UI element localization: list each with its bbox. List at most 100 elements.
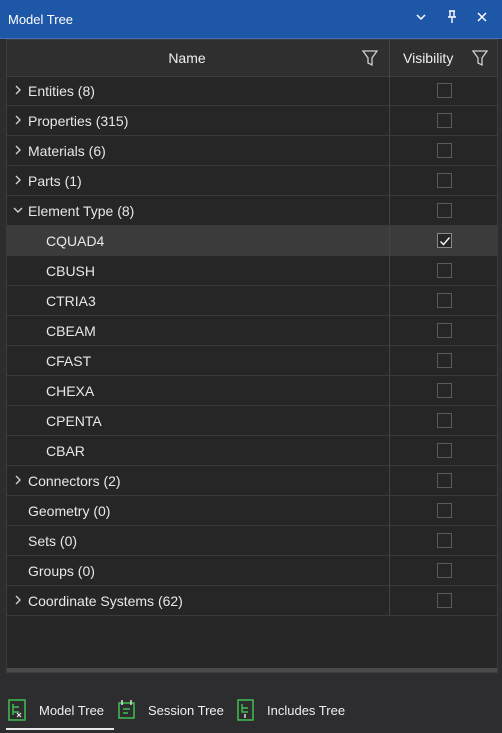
chevron-right-icon[interactable] — [13, 114, 23, 126]
visibility-checkbox[interactable] — [437, 113, 452, 128]
tree-row[interactable]: Groups (0) — [7, 556, 497, 586]
tree-row-name-cell[interactable]: Groups (0) — [7, 556, 390, 585]
tree-row[interactable]: Entities (8) — [7, 76, 497, 106]
tree-row[interactable]: CQUAD4 — [7, 226, 497, 256]
tree-row-visibility-cell — [390, 256, 497, 285]
tree-row-name-cell[interactable]: CBEAM — [7, 316, 390, 345]
tab-session-tree-label: Session Tree — [148, 703, 224, 718]
tree-row[interactable]: Element Type (8) — [7, 196, 497, 226]
tree-row-name-cell[interactable]: Entities (8) — [7, 76, 390, 105]
tab-includes-tree-label: Includes Tree — [267, 703, 346, 718]
tree-row-label: Connectors (2) — [28, 473, 121, 489]
tab-model-tree[interactable]: Model Tree — [6, 697, 114, 730]
visibility-checkbox[interactable] — [437, 383, 452, 398]
session-tree-icon — [118, 700, 135, 719]
tree-row[interactable]: Sets (0) — [7, 526, 497, 556]
tree-row-visibility-cell — [390, 286, 497, 315]
tab-includes-tree[interactable]: Includes Tree — [236, 697, 352, 725]
column-header-visibility-label: Visibility — [403, 50, 454, 66]
close-icon[interactable] — [473, 10, 491, 28]
tree-row-name-cell[interactable]: Properties (315) — [7, 106, 390, 135]
chevron-right-icon[interactable] — [13, 174, 23, 186]
bottom-tabs: Model Tree Session Tree Includes Tree — [0, 693, 502, 733]
pin-icon[interactable] — [443, 10, 461, 28]
tree-row[interactable]: Connectors (2) — [7, 466, 497, 496]
tree-row-name-cell[interactable]: Connectors (2) — [7, 466, 390, 495]
tree-row-visibility-cell — [390, 136, 497, 165]
visibility-filter-icon[interactable] — [472, 49, 488, 67]
chevron-right-icon[interactable] — [13, 84, 23, 96]
tree-row[interactable]: CHEXA — [7, 376, 497, 406]
tree-row-label: Coordinate Systems (62) — [28, 593, 183, 609]
visibility-checkbox[interactable] — [437, 293, 452, 308]
tree-row-name-cell[interactable]: CBAR — [7, 436, 390, 465]
visibility-checkbox[interactable] — [437, 413, 452, 428]
tree-row-name-cell[interactable]: CBUSH — [7, 256, 390, 285]
chevron-down-icon[interactable] — [13, 204, 23, 216]
visibility-checkbox[interactable] — [437, 443, 452, 458]
chevron-right-icon[interactable] — [13, 144, 23, 156]
tree-row-label: CHEXA — [46, 383, 95, 399]
tree-row[interactable]: Properties (315) — [7, 106, 497, 136]
tree-row[interactable]: Geometry (0) — [7, 496, 497, 526]
tree-row-name-cell[interactable]: Materials (6) — [7, 136, 390, 165]
visibility-checkbox[interactable] — [437, 563, 452, 578]
tree-row-name-cell[interactable]: CPENTA — [7, 406, 390, 435]
tree-row-visibility-cell — [390, 556, 497, 585]
tree-header: Name Visibility — [7, 40, 497, 77]
tab-model-tree-label: Model Tree — [39, 703, 105, 718]
tree-row-label: Parts (1) — [28, 173, 82, 189]
visibility-checkbox[interactable] — [437, 473, 452, 488]
tree-row-name-cell[interactable]: CHEXA — [7, 376, 390, 405]
visibility-checkbox[interactable] — [437, 533, 452, 548]
tree-row-visibility-cell — [390, 586, 497, 615]
tree-row[interactable]: Coordinate Systems (62) — [7, 586, 497, 616]
column-header-name[interactable]: Name — [7, 40, 390, 76]
tree-row[interactable]: CBAR — [7, 436, 497, 466]
tree-row-name-cell[interactable]: Sets (0) — [7, 526, 390, 555]
chevron-down-icon[interactable] — [412, 10, 430, 28]
tree-row-name-cell[interactable]: Coordinate Systems (62) — [7, 586, 390, 615]
tab-session-tree[interactable]: Session Tree — [117, 697, 227, 725]
tree-row-visibility-cell — [390, 166, 497, 195]
tree-row[interactable]: CTRIA3 — [7, 286, 497, 316]
visibility-checkbox[interactable] — [437, 173, 452, 188]
chevron-right-icon[interactable] — [13, 474, 23, 486]
visibility-checkbox[interactable] — [437, 233, 452, 248]
tree-row[interactable]: Parts (1) — [7, 166, 497, 196]
tree-row-label: CQUAD4 — [46, 233, 105, 249]
window-title: Model Tree — [8, 12, 74, 27]
visibility-checkbox[interactable] — [437, 263, 452, 278]
horizontal-scrollbar[interactable] — [7, 668, 497, 672]
tree-row[interactable]: CBUSH — [7, 256, 497, 286]
tree-row-name-cell[interactable]: Parts (1) — [7, 166, 390, 195]
tree-row-visibility-cell — [390, 496, 497, 525]
checkmark-icon — [439, 237, 451, 246]
visibility-checkbox[interactable] — [437, 203, 452, 218]
model-tree-icon — [8, 699, 26, 721]
visibility-checkbox[interactable] — [437, 353, 452, 368]
visibility-checkbox[interactable] — [437, 593, 452, 608]
tree-row-visibility-cell — [390, 466, 497, 495]
tree-row-visibility-cell — [390, 526, 497, 555]
tree-row-visibility-cell — [390, 436, 497, 465]
visibility-checkbox[interactable] — [437, 83, 452, 98]
column-header-visibility[interactable]: Visibility — [390, 40, 497, 76]
tree-row-name-cell[interactable]: Element Type (8) — [7, 196, 390, 225]
tree-row-label: Entities (8) — [28, 83, 95, 99]
visibility-checkbox[interactable] — [437, 323, 452, 338]
tree-row[interactable]: CBEAM — [7, 316, 497, 346]
tree-row-name-cell[interactable]: CFAST — [7, 346, 390, 375]
tree-row-name-cell[interactable]: CTRIA3 — [7, 286, 390, 315]
tree-row[interactable]: CPENTA — [7, 406, 497, 436]
tree-row-name-cell[interactable]: Geometry (0) — [7, 496, 390, 525]
visibility-checkbox[interactable] — [437, 143, 452, 158]
tree-row[interactable]: CFAST — [7, 346, 497, 376]
name-filter-icon[interactable] — [362, 49, 378, 67]
tree-row-name-cell[interactable]: CQUAD4 — [7, 226, 390, 255]
tree-row-visibility-cell — [390, 406, 497, 435]
chevron-right-icon[interactable] — [13, 594, 23, 606]
window-titlebar: Model Tree — [0, 0, 502, 39]
visibility-checkbox[interactable] — [437, 503, 452, 518]
tree-row[interactable]: Materials (6) — [7, 136, 497, 166]
